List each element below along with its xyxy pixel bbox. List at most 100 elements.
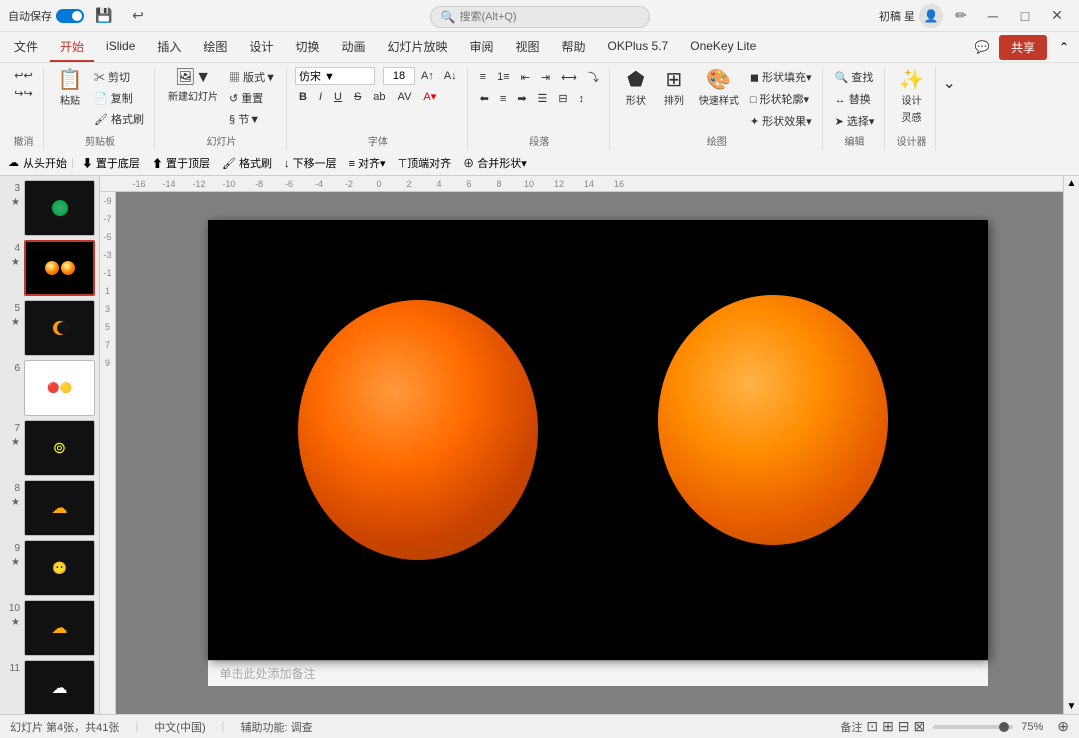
view-reading-btn[interactable]: ⊠	[914, 718, 926, 735]
close-button[interactable]: ✕	[1043, 5, 1071, 27]
align-right-btn[interactable]: ➡	[513, 90, 530, 107]
tab-start[interactable]: 开始	[50, 32, 94, 62]
view-normal-btn[interactable]: ⊡	[866, 718, 878, 735]
slide-img-8[interactable]: ☁	[24, 480, 95, 536]
quick-style-btn[interactable]: 🎨 快速样式	[694, 67, 744, 110]
slide-thumb-10[interactable]: 10★ ☁	[4, 600, 95, 656]
decrease-font-btn[interactable]: A↓	[440, 68, 461, 84]
slide-thumb-5[interactable]: 5★	[4, 300, 95, 356]
font-name-dropdown[interactable]: 仿宋 ▼	[295, 67, 375, 85]
save-button[interactable]: 💾	[90, 5, 118, 27]
tab-islide[interactable]: iSlide	[96, 32, 145, 62]
circle-right[interactable]	[658, 295, 888, 545]
shadow-btn[interactable]: ab	[369, 89, 389, 105]
slide-img-7[interactable]: ⊚	[24, 420, 95, 476]
minimize-button[interactable]: ─	[979, 5, 1007, 27]
tab-slideshow[interactable]: 幻灯片放映	[377, 32, 457, 62]
scroll-up-btn[interactable]: ▲	[1065, 176, 1079, 191]
font-size-dropdown[interactable]: 18	[383, 67, 415, 85]
shape-effect-btn[interactable]: ✦ 形状效果▾	[746, 111, 816, 131]
justify-btn[interactable]: ☰	[534, 90, 552, 107]
view-outline-btn[interactable]: ⊞	[882, 718, 894, 735]
find-btn[interactable]: 🔍 查找	[831, 67, 879, 87]
scroll-down-btn[interactable]: ▼	[1065, 699, 1079, 714]
slide-note[interactable]: 单击此处添加备注	[208, 660, 988, 686]
char-spacing-btn[interactable]: AV	[394, 89, 416, 105]
tab-insert[interactable]: 插入	[147, 32, 191, 62]
share-button[interactable]: 共享	[999, 35, 1047, 60]
tab-help[interactable]: 帮助	[552, 32, 596, 62]
undo-btn[interactable]: ↩↩	[10, 67, 36, 84]
slide-img-6[interactable]: 🔴🟡	[24, 360, 95, 416]
redo-btn[interactable]: ↪↪	[10, 85, 36, 102]
align-center-btn[interactable]: ≡	[496, 91, 510, 107]
tab-onekey[interactable]: OneKey Lite	[680, 32, 766, 62]
slide-thumb-11[interactable]: 11 ☁	[4, 660, 95, 714]
tab-file[interactable]: 文件	[4, 32, 48, 62]
circle-left[interactable]	[298, 300, 538, 560]
format-brush-btn[interactable]: 🖌 格式刷	[90, 109, 148, 129]
merge-shapes-btn[interactable]: ⊕ 合并形状▾	[459, 154, 531, 172]
underline-btn[interactable]: U	[330, 89, 346, 105]
avatar[interactable]: 👤	[919, 4, 943, 28]
slide-img-4[interactable]	[24, 240, 95, 296]
zoom-level[interactable]: 75%	[1021, 721, 1049, 733]
increase-font-btn[interactable]: A↑	[417, 68, 438, 84]
paste-btn[interactable]: 📋 粘贴	[52, 67, 88, 110]
align-left-btn[interactable]: ⬅	[476, 90, 493, 107]
select-btn[interactable]: ➤ 选择▾	[831, 111, 879, 131]
tab-design[interactable]: 设计	[239, 32, 283, 62]
copy-btn[interactable]: 📄 复制	[90, 88, 148, 108]
indent-increase-btn[interactable]: ⇥	[537, 69, 554, 86]
list-bullet-btn[interactable]: ≡	[476, 69, 490, 85]
tab-animation[interactable]: 动画	[331, 32, 375, 62]
slide-thumb-3[interactable]: 3★	[4, 180, 95, 236]
arrange-btn[interactable]: ⊞ 排列	[656, 67, 692, 110]
line-spacing-btn[interactable]: ↕	[575, 91, 589, 107]
list-number-btn[interactable]: 1≡	[493, 69, 514, 85]
italic-btn[interactable]: I	[315, 89, 326, 105]
tab-draw[interactable]: 绘图	[193, 32, 237, 62]
autosave-toggle[interactable]	[56, 9, 84, 23]
bold-btn[interactable]: B	[295, 89, 311, 105]
ribbon-collapse-button[interactable]: ⌃	[1053, 36, 1075, 58]
fit-btn[interactable]: ⊕	[1057, 718, 1069, 735]
slide-canvas[interactable]	[208, 220, 988, 660]
shapes-btn[interactable]: ⬟ 形状	[618, 67, 654, 110]
font-color-btn[interactable]: A▾	[419, 88, 440, 105]
tab-view[interactable]: 视图	[506, 32, 550, 62]
text-direction-btn[interactable]: ⟷	[557, 69, 581, 86]
replace-btn[interactable]: ↔ 替换	[831, 89, 879, 109]
zoom-slider[interactable]	[933, 725, 1013, 729]
comment-button[interactable]: 💬	[971, 36, 993, 58]
new-slide-btn[interactable]: 🖼▼ 新建幻灯片	[163, 67, 223, 106]
tab-transition[interactable]: 切换	[285, 32, 329, 62]
slide-thumb-7[interactable]: 7★ ⊚	[4, 420, 95, 476]
send-backward-btn[interactable]: ↓ 下移一层	[280, 154, 341, 172]
convert-smartart-btn[interactable]: ⤵	[584, 67, 603, 87]
bring-to-back-btn[interactable]: ⬇ 置于底层	[78, 154, 144, 172]
ribbon-icon[interactable]: ✏	[947, 5, 975, 27]
slide-thumb-6[interactable]: 6 🔴🟡	[4, 360, 95, 416]
indent-decrease-btn[interactable]: ⇤	[517, 69, 534, 86]
format-painter-btn[interactable]: 🖌 格式刷	[218, 154, 276, 172]
maximize-button[interactable]: □	[1011, 5, 1039, 27]
slide-thumb-4[interactable]: 4★	[4, 240, 95, 296]
slide-thumb-8[interactable]: 8★ ☁	[4, 480, 95, 536]
top-align-btn[interactable]: ⊤顶端对齐	[394, 154, 456, 172]
undo-button[interactable]: ↩	[124, 5, 152, 27]
search-input[interactable]	[459, 11, 638, 23]
cut-btn[interactable]: ✂ 剪切	[90, 67, 148, 87]
align-dropdown-btn[interactable]: ≡ 对齐▾	[345, 154, 390, 172]
layout-btn[interactable]: ▦ 版式▼	[225, 67, 280, 87]
slide-img-9[interactable]: 😶	[24, 540, 95, 596]
ribbon-expand-btn[interactable]: ⌄	[938, 71, 959, 95]
right-scrollbar[interactable]: ▲ ▼	[1063, 176, 1079, 714]
designer-btn[interactable]: ✨ 设计 灵感	[893, 67, 929, 127]
slide-img-10[interactable]: ☁	[24, 600, 95, 656]
notes-btn[interactable]: 备注	[840, 719, 862, 735]
view-slide-btn[interactable]: ⊟	[898, 718, 910, 735]
slide-img-3[interactable]	[24, 180, 95, 236]
slide-img-11[interactable]: ☁	[24, 660, 95, 714]
tab-review[interactable]: 审阅	[459, 32, 503, 62]
